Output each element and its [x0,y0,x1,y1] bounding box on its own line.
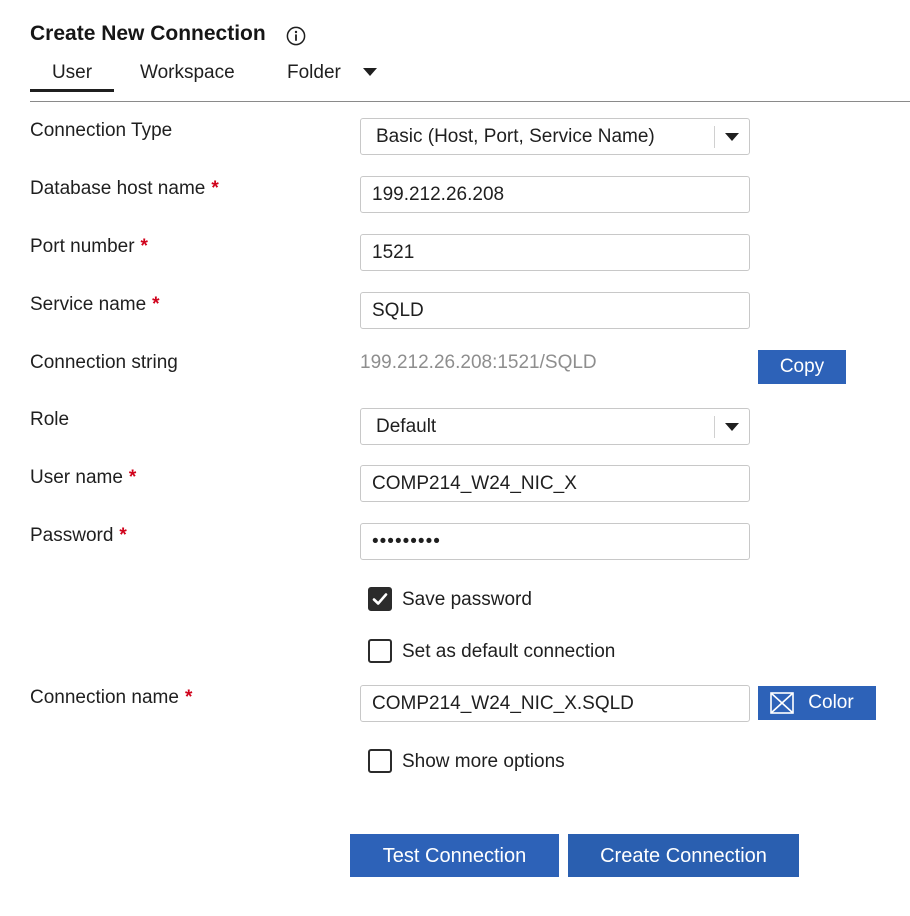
username-label-text: User name [30,467,123,488]
role-label: Role [30,409,69,431]
save-password-checkbox[interactable] [368,587,392,611]
port-label-text: Port number [30,236,135,257]
active-tab-indicator [30,89,114,92]
username-label: User name * [30,467,136,489]
copy-button[interactable]: Copy [758,350,846,384]
username-input[interactable]: COMP214_W24_NIC_X [360,465,750,502]
required-asterisk: * [128,467,137,488]
default-connection-checkbox[interactable] [368,639,392,663]
tab-workspace[interactable]: Workspace [140,62,235,84]
host-label-text: Database host name [30,178,206,199]
connection-type-label-text: Connection Type [30,120,173,141]
save-password-label[interactable]: Save password [402,589,532,611]
more-options-checkbox[interactable] [368,749,392,773]
service-input[interactable]: SQLD [360,292,750,329]
tabs-divider [30,101,910,102]
color-button[interactable]: Color [758,686,876,720]
required-asterisk: * [119,525,127,546]
info-circle-icon[interactable] [286,26,306,46]
select-separator [714,126,715,148]
port-input[interactable]: 1521 [360,234,750,271]
chevron-down-icon[interactable] [725,133,739,141]
select-separator [714,416,715,438]
connection-name-label-text: Connection name [30,687,179,708]
role-value: Default [376,416,437,437]
host-input[interactable]: 199.212.26.208 [360,176,750,213]
more-options-label[interactable]: Show more options [402,751,565,773]
role-select[interactable]: Default [360,408,750,445]
chevron-down-icon[interactable] [725,423,739,431]
required-asterisk: * [152,294,160,315]
required-asterisk: * [184,687,193,708]
service-label-text: Service name [30,294,147,315]
tab-user[interactable]: User [30,62,114,84]
required-asterisk: * [211,178,219,199]
color-button-label: Color [808,692,854,713]
password-input[interactable]: ••••••••• [360,523,750,560]
connection-type-select[interactable]: Basic (Host, Port, Service Name) [360,118,750,155]
default-connection-label[interactable]: Set as default connection [402,641,615,663]
test-connection-button[interactable]: Test Connection [350,834,559,877]
required-asterisk: * [140,236,148,257]
port-label: Port number * [30,236,148,258]
role-label-text: Role [30,409,70,430]
connection-type-label: Connection Type [30,120,172,142]
caret-down-icon[interactable] [363,68,377,76]
dialog-title: Create New Connection [30,22,266,45]
service-label: Service name * [30,294,160,316]
host-label: Database host name * [30,178,219,200]
password-label-text: Password [30,525,114,546]
create-connection-button[interactable]: Create Connection [568,834,799,877]
password-label: Password * [30,525,127,547]
connection-string-label-text: Connection string [30,352,178,373]
tab-folder[interactable]: Folder [287,62,341,84]
connection-name-input[interactable]: COMP214_W24_NIC_X.SQLD [360,685,750,722]
no-color-swatch-icon [770,692,794,714]
connection-type-value: Basic (Host, Port, Service Name) [376,126,655,147]
connection-name-label: Connection name * [30,687,192,709]
connection-string-label: Connection string [30,352,178,374]
checkmark-icon [372,593,388,605]
connection-string-value: 199.212.26.208:1521/SQLD [360,352,597,373]
